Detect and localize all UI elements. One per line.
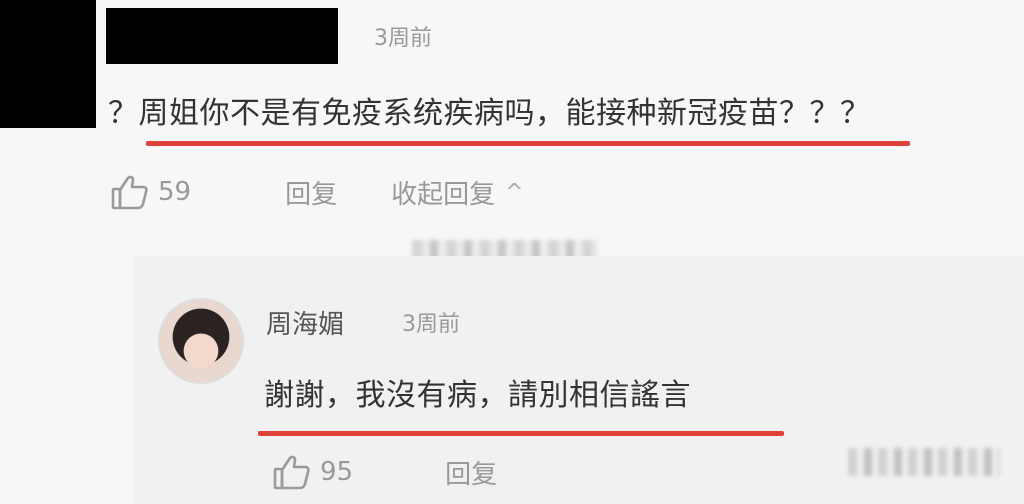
like-count: 59 — [158, 177, 192, 207]
like-count: 95 — [320, 457, 354, 487]
comment-timestamp: 3周前 — [374, 26, 432, 51]
watermark — [848, 448, 1000, 476]
reply-author[interactable]: 周海媚 — [266, 304, 344, 341]
highlight-underline — [258, 431, 784, 436]
redacted-avatar — [0, 0, 96, 128]
thumbs-up-icon — [273, 455, 310, 490]
redacted-username — [106, 8, 338, 64]
like-button[interactable]: 59 — [110, 172, 191, 212]
reply-button[interactable]: 回复 — [445, 454, 497, 491]
highlight-underline — [146, 141, 910, 146]
reply-text: 謝謝，我沒有病，請別相信謠言 — [264, 378, 691, 413]
reply-timestamp: 3周前 — [402, 312, 460, 337]
reply-actions: 95 回复 — [272, 452, 497, 492]
comment-actions: 59 回复 收起回复 ^ — [110, 172, 524, 212]
avatar[interactable] — [158, 298, 244, 384]
comment-text: ？周姐你不是有免疫系统疾病吗，能接种新冠疫苗？？？ — [108, 96, 871, 131]
reply-button[interactable]: 回复 — [285, 174, 337, 211]
chevron-up-icon: ^ — [505, 179, 524, 205]
thumbs-up-icon — [111, 175, 148, 210]
collapse-label: 收起回复 — [391, 179, 496, 210]
like-button[interactable]: 95 — [272, 452, 353, 492]
collapse-replies-button[interactable]: 收起回复 ^ — [391, 174, 523, 211]
